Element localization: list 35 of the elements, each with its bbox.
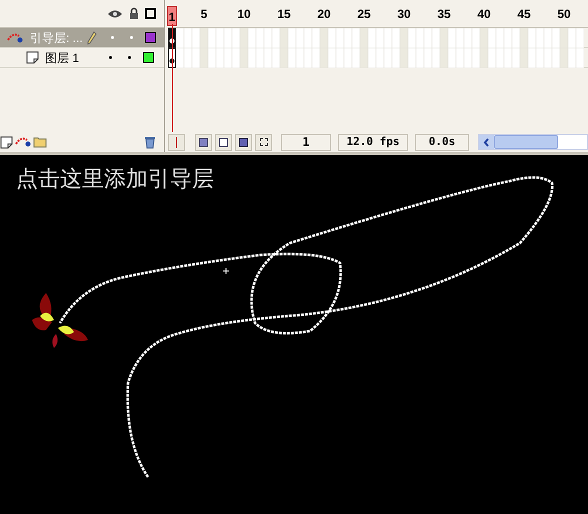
frame-number: 15 <box>276 6 292 22</box>
layer-name: 引导层: ... <box>30 30 83 46</box>
page-icon <box>0 136 13 148</box>
current-frame-field: 1 <box>281 134 331 150</box>
trash-icon[interactable] <box>144 136 156 148</box>
edit-multiple-frames-button[interactable] <box>235 134 252 150</box>
frame-number: 35 <box>436 6 452 22</box>
modify-onion-markers-button[interactable] <box>255 134 272 150</box>
frame-number: 50 <box>556 6 572 22</box>
page-icon <box>26 51 39 64</box>
elapsed-time-field: 0.0s <box>415 134 469 150</box>
playhead[interactable]: 1 <box>167 6 177 26</box>
folder-icon[interactable] <box>33 136 47 148</box>
outline-color-swatch[interactable] <box>143 52 154 63</box>
guide-layer-icon <box>14 136 32 148</box>
onion-outline-button[interactable] <box>215 134 232 150</box>
frame-number: 10 <box>236 6 252 22</box>
scroll-thumb[interactable] <box>494 135 558 149</box>
onion-skin-button[interactable] <box>195 134 212 150</box>
frame-number: 25 <box>356 6 372 22</box>
eye-icon[interactable] <box>107 8 123 18</box>
frame-number: 30 <box>396 6 412 22</box>
outline-icon[interactable] <box>145 8 156 19</box>
center-frame-button[interactable] <box>168 134 185 150</box>
frame-number: 45 <box>516 6 532 22</box>
guide-layer-icon <box>6 32 24 44</box>
lock-icon[interactable] <box>129 7 139 20</box>
horizontal-scrollbar[interactable] <box>478 134 588 150</box>
frame-number: 5 <box>200 6 208 22</box>
stage-caption: 点击这里添加引导层 <box>16 166 214 194</box>
frame-rate-field: 12.0 fps <box>338 134 408 150</box>
outline-color-swatch[interactable] <box>144 32 156 43</box>
layer-name: 图层 1 <box>45 50 80 66</box>
frame-number: 20 <box>316 6 332 22</box>
frame-number: 40 <box>476 6 492 22</box>
